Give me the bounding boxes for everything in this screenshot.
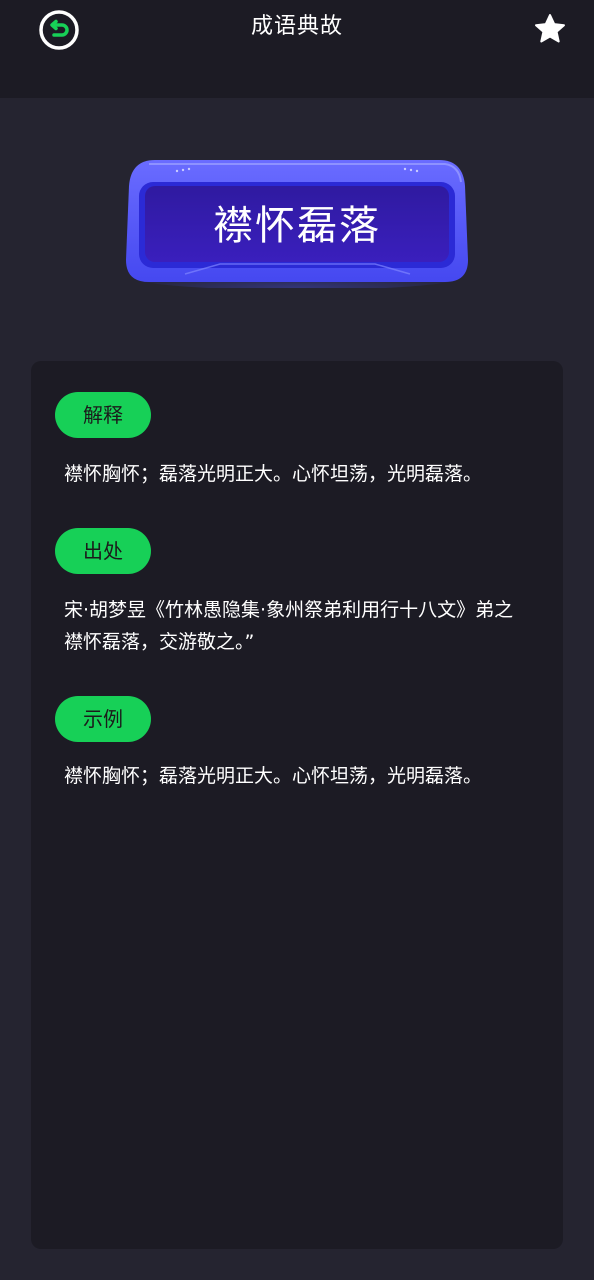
section-label-explanation: 解释: [55, 392, 151, 438]
top-bar: 成语典故: [0, 0, 594, 98]
section-text-explanation: 襟怀胸怀；磊落光明正大。心怀坦荡，光明磊落。: [64, 463, 483, 485]
idiom-plaque: 襟怀磊落: [125, 156, 469, 288]
section-text-example: 襟怀胸怀；磊落光明正大。心怀坦荡，光明磊落。: [64, 765, 483, 787]
idiom-detail-page: 成语典故 襟怀磊落 解释 襟怀胸怀；磊落光明正大。心怀坦荡，光明磊落。 出处 宋…: [0, 0, 594, 1280]
page-title: 成语典故: [250, 14, 343, 39]
section-label-source: 出处: [55, 528, 151, 574]
idiom-title: 襟怀磊落: [213, 203, 381, 249]
star-icon: [535, 14, 565, 43]
favorite-button[interactable]: [533, 12, 567, 46]
section-text-source: 宋·胡梦昱《竹林愚隐集·象州祭弟利用行十八文》弟之 襟怀磊落，交游敬之。”: [64, 599, 514, 653]
idiom-detail-card: 解释 襟怀胸怀；磊落光明正大。心怀坦荡，光明磊落。 出处 宋·胡梦昱《竹林愚隐集…: [31, 361, 563, 1249]
section-label-example: 示例: [55, 696, 151, 742]
